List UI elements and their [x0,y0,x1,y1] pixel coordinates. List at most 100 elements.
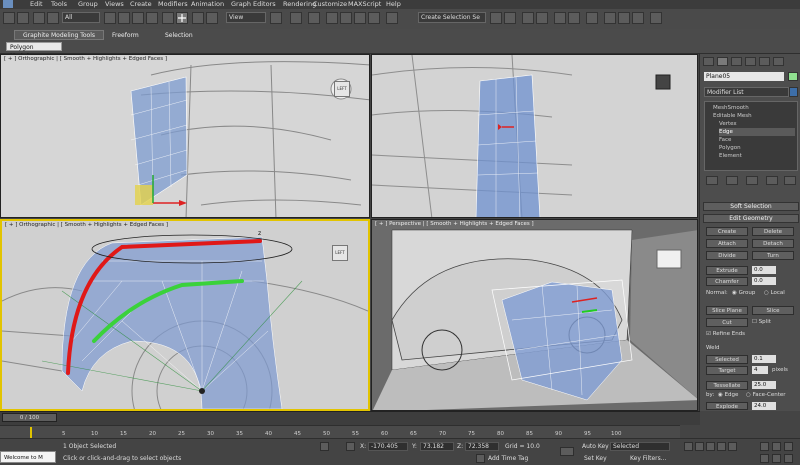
curve-editor-icon[interactable] [554,12,566,24]
add-time-tag[interactable]: Add Time Tag [488,454,528,463]
make-unique-icon[interactable] [746,176,758,185]
edit-named-selection-icon[interactable] [386,12,398,24]
viewport-top-left-label[interactable]: [ + ] Orthographic | [ Smooth + Highligh… [4,56,167,62]
show-end-result-icon[interactable] [726,176,738,185]
edit-geometry-rollout[interactable]: Edit Geometry [703,214,799,223]
viewport-bottom-left[interactable]: z [ + ] Orthographic | [ Smooth + Highli… [0,219,370,411]
absolute-mode-icon[interactable] [346,442,355,451]
delete-button[interactable]: Delete [752,227,794,236]
radio-face-center[interactable]: ○ Face-Center [746,391,786,399]
go-to-end-icon[interactable] [728,442,737,451]
viewport-top-right[interactable] [371,54,698,218]
align-icon[interactable] [504,12,516,24]
time-slider-track[interactable] [0,411,700,425]
extrude-value[interactable]: 0.0 [752,266,776,274]
rendered-frame-icon[interactable] [618,12,630,24]
attach-button[interactable]: Attach [706,239,748,248]
menu-graph-editors[interactable]: Graph Editors [231,0,276,9]
key-mode-dropdown[interactable]: Selected [610,442,670,451]
display-panel-icon[interactable] [759,57,770,66]
weld-selected-button[interactable]: Selected [706,355,748,364]
select-object-icon[interactable] [104,12,116,24]
pan-icon[interactable] [772,454,781,463]
menu-create[interactable]: Create [130,0,152,9]
chevron-down-icon[interactable] [789,87,798,97]
menu-rendering[interactable]: Rendering [283,0,316,9]
zoom-all-icon[interactable] [772,442,781,451]
set-key-button[interactable]: Set Key [584,454,607,463]
stack-item-vertex[interactable]: Vertex [719,120,737,128]
unlink-icon[interactable] [47,12,59,24]
slice-plane-button[interactable]: Slice Plane [706,306,748,315]
subtab-polygon-modeling[interactable]: Polygon Modeling [6,42,62,60]
radio-group[interactable]: ◉ Group [732,289,755,297]
explode-value[interactable]: 24.0 [752,402,776,410]
spinner-snap-icon[interactable] [368,12,380,24]
play-icon[interactable] [706,442,715,451]
graphite-toggle-icon[interactable] [536,12,548,24]
radio-local[interactable]: ○ Local [764,289,785,297]
tessellate-button[interactable]: Tessellate [706,381,748,390]
stack-item-polygon[interactable]: Polygon [719,144,741,152]
time-slider[interactable]: 0 / 100 [2,413,57,422]
timeline-ruler[interactable]: 5 10 15 20 25 30 35 40 45 50 55 60 65 70… [0,425,680,439]
divide-button[interactable]: Divide [706,251,748,260]
menu-maxscript[interactable]: MAXScript [348,0,381,9]
tab-graphite-modeling-tools[interactable]: Graphite Modeling Tools [14,30,104,40]
menu-animation[interactable]: Animation [191,0,224,9]
window-crossing-icon[interactable] [146,12,158,24]
split-checkbox[interactable]: ☐ Split [752,318,771,326]
scale-icon[interactable] [206,12,218,24]
key-icon[interactable] [560,447,574,456]
stack-item-element[interactable]: Element [719,152,742,160]
key-filters-button[interactable]: Key Filters... [630,454,667,463]
viewport-top-left[interactable]: [ + ] Orthographic | [ Smooth + Highligh… [0,54,370,218]
current-frame-marker[interactable] [30,427,32,438]
lock-selection-icon[interactable] [320,442,329,451]
stack-item-face[interactable]: Face [719,136,731,144]
refine-ends-checkbox[interactable]: ☑ Refine Ends [706,330,745,338]
stack-item-edge[interactable]: Edge [719,128,795,136]
layer-manager-icon[interactable] [522,12,534,24]
weld-selected-value[interactable]: 0.1 [752,355,776,363]
weld-target-value[interactable]: 4 [752,366,768,374]
named-selection-set-dropdown[interactable]: Create Selection Se [418,12,486,23]
extrude-button[interactable]: Extrude [706,266,748,275]
y-coordinate-field[interactable]: 73.182 [420,442,454,451]
tab-selection[interactable]: Selection [165,31,193,40]
viewport-bottom-left-label[interactable]: [ + ] Orthographic | [ Smooth + Highligh… [5,222,168,228]
rectangular-selection-icon[interactable] [132,12,144,24]
snaps-toggle-icon[interactable] [326,12,338,24]
menu-tools[interactable]: Tools [51,0,67,9]
menu-views[interactable]: Views [105,0,124,9]
weld-target-button[interactable]: Target [706,366,748,375]
select-and-move-icon[interactable] [176,12,188,24]
detach-button[interactable]: Detach [752,239,794,248]
motion-panel-icon[interactable] [745,57,756,66]
utilities-panel-icon[interactable] [773,57,784,66]
maxscript-listener[interactable]: Welcome to M [0,451,56,463]
hierarchy-panel-icon[interactable] [731,57,742,66]
slice-button[interactable]: Slice [752,306,794,315]
next-frame-icon[interactable] [717,442,726,451]
menu-edit[interactable]: Edit [30,0,43,9]
pivot-center-icon[interactable] [270,12,282,24]
link-icon[interactable] [33,12,45,24]
select-by-name-icon[interactable] [118,12,130,24]
select-move-icon[interactable] [162,12,174,24]
orbit-icon[interactable] [784,454,793,463]
material-editor-icon[interactable] [586,12,598,24]
viewport-bottom-right-label[interactable]: [ + ] Perspective | [ Smooth + Highlight… [375,221,534,227]
object-color-swatch[interactable] [788,72,798,81]
explode-button[interactable]: Explode [706,402,748,410]
keyboard-shortcut-icon[interactable] [308,12,320,24]
modify-panel-icon[interactable] [717,57,728,66]
stack-item-editable-mesh[interactable]: Editable Mesh [713,112,752,120]
render-teapot-icon[interactable] [650,12,662,24]
mirror-icon[interactable] [490,12,502,24]
schematic-view-icon[interactable] [568,12,580,24]
auto-key-button[interactable]: Auto Key [582,442,609,451]
menu-modifiers[interactable]: Modifiers [158,0,188,9]
viewcube-icon[interactable]: LEFT [334,81,350,97]
angle-snap-icon[interactable] [340,12,352,24]
